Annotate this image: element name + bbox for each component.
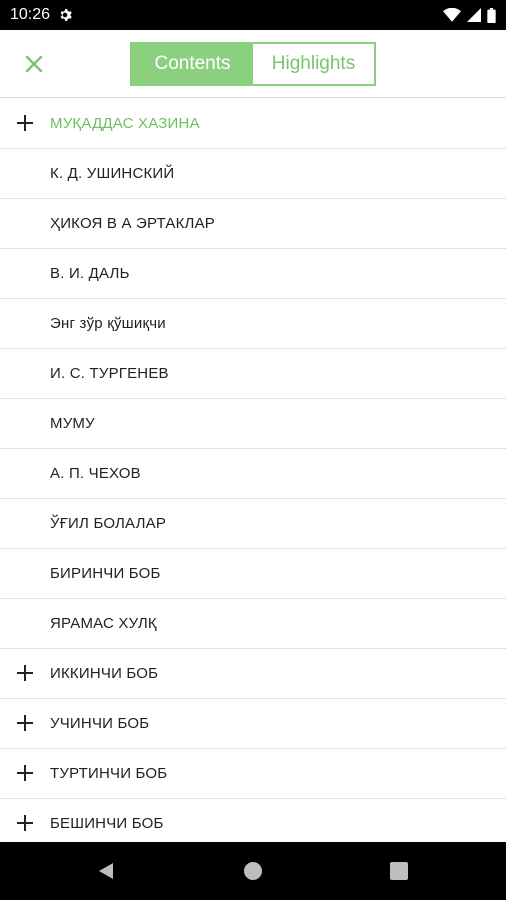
toc-item[interactable]: И. С. ТУРГЕНЕВ [0,349,506,399]
toc-item-label: ҲИКОЯ В А ЭРТАКЛАР [50,215,216,232]
toc-item-label: К. Д. УШИНСКИЙ [50,165,175,182]
cellular-signal-icon [467,8,481,22]
back-icon[interactable] [96,861,116,881]
toc-item[interactable]: МУМУ [0,399,506,449]
toolbar: Contents Highlights [0,30,506,98]
status-icons [443,7,496,23]
toc-item-label: БИРИНЧИ БОБ [50,565,161,582]
toc-item[interactable]: К. Д. УШИНСКИЙ [0,149,506,199]
toc-item-label: ЯРАМАС ХУЛҚ [50,615,157,632]
tab-switcher: Contents Highlights [130,42,376,86]
home-icon[interactable] [243,861,263,881]
tab-highlights[interactable]: Highlights [253,44,374,84]
status-time: 10:26 [10,6,51,23]
toc-item-label: И. С. ТУРГЕНЕВ [50,365,169,382]
toc-item-label: УЧИНЧИ БОБ [50,715,150,732]
toc-item-label: БЕШИНЧИ БОБ [50,815,164,832]
expand-plus-icon[interactable] [16,114,34,132]
toc-item-label: МУМУ [50,415,95,432]
wifi-icon [443,8,461,22]
toc-item-label: А. П. ЧЕХОВ [50,465,141,482]
recents-icon[interactable] [390,862,408,880]
toc-item-label: ЎҒИЛ БОЛАЛАР [50,515,167,532]
toc-item[interactable]: УЧИНЧИ БОБ [0,699,506,749]
toc-item[interactable]: ЯРАМАС ХУЛҚ [0,599,506,649]
expand-plus-icon[interactable] [16,814,34,832]
expand-plus-icon[interactable] [16,664,34,682]
settings-gear-icon [60,9,72,21]
toc-item[interactable]: БИРИНЧИ БОБ [0,549,506,599]
expand-plus-icon[interactable] [16,714,34,732]
toc-item[interactable]: В. И. ДАЛЬ [0,249,506,299]
toc-item[interactable]: ЎҒИЛ БОЛАЛАР [0,499,506,549]
expand-plus-icon[interactable] [16,764,34,782]
toc-item[interactable]: Энг зўр қўшиқчи [0,299,506,349]
navigation-bar [0,842,506,900]
battery-icon [487,7,496,23]
toc-item[interactable]: А. П. ЧЕХОВ [0,449,506,499]
close-icon[interactable] [20,50,48,78]
toc-list: МУҚАДДАС ХАЗИНА К. Д. УШИНСКИЙ ҲИКОЯ В А Э… [0,99,506,849]
toc-item-label: Энг зўр қўшиқчи [50,315,166,332]
toc-item[interactable]: ҲИКОЯ В А ЭРТАКЛАР [0,199,506,249]
toc-item[interactable]: МУҚАДДАС ХАЗИНА [0,99,506,149]
status-bar: 10:26 [0,0,506,30]
toc-item[interactable]: ТУРТИНЧИ БОБ [0,749,506,799]
toc-item-label: ИККИНЧИ БОБ [50,665,159,682]
toc-item-label: МУҚАДДАС ХАЗИНА [50,115,200,132]
tab-contents[interactable]: Contents [132,44,253,84]
toc-item-label: ТУРТИНЧИ БОБ [50,765,168,782]
toc-item-label: В. И. ДАЛЬ [50,265,130,282]
toc-item[interactable]: ИККИНЧИ БОБ [0,649,506,699]
